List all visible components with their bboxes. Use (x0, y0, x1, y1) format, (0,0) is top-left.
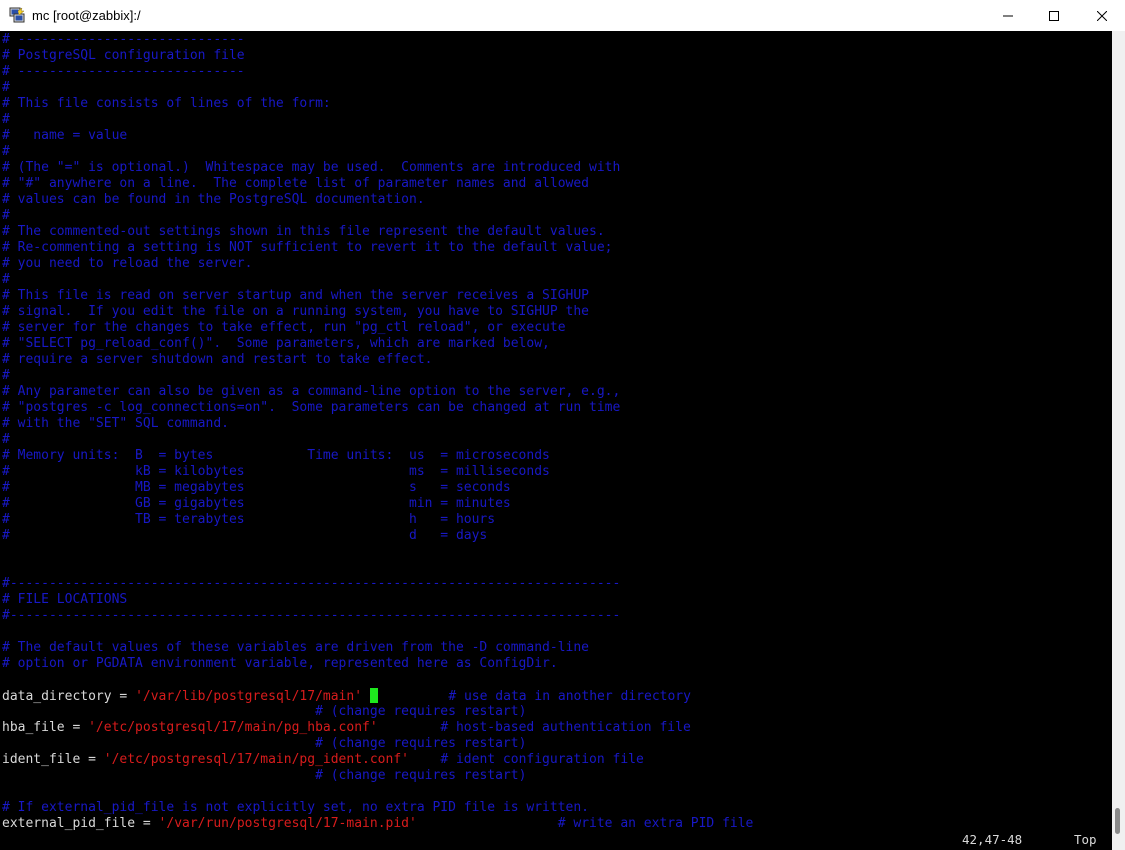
scrollbar-thumb[interactable] (1115, 808, 1120, 834)
config-note-line: # (change requires restart) (2, 768, 526, 784)
terminal-line: # Memory units: B = bytes Time units: us… (2, 448, 550, 463)
config-note-line: # (change requires restart) (2, 704, 526, 720)
config-key: hba_file = (2, 720, 89, 735)
terminal-line: # server for the changes to take effect,… (2, 320, 566, 335)
terminal-line: # (2, 208, 10, 223)
terminal-line: # PostgreSQL configuration file (2, 48, 245, 63)
text-cursor (369, 688, 378, 703)
terminal-line: # MB = megabytes s = seconds (2, 480, 511, 495)
config-comment: # write an extra PID file (557, 816, 754, 831)
terminal-line: # require a server shutdown and restart … (2, 352, 433, 367)
window-title: mc [root@zabbix]:/ (32, 8, 141, 23)
terminal-line: # (2, 144, 10, 159)
config-key: data_directory = (2, 689, 136, 704)
terminal-line: # (2, 112, 10, 127)
terminal-line: # values can be found in the PostgreSQL … (2, 192, 425, 207)
terminal-line: # "#" anywhere on a line. The complete l… (2, 176, 589, 191)
terminal-line: # d = days (2, 528, 488, 543)
vertical-scrollbar[interactable] (1112, 31, 1125, 850)
terminal-line: # ----------------------------- (2, 64, 245, 79)
spacing (2, 704, 315, 719)
config-note: # (change requires restart) (315, 768, 527, 783)
spacing (2, 736, 315, 751)
config-comment: # ident configuration file (440, 752, 644, 767)
terminal-line: # "SELECT pg_reload_conf()". Some parame… (2, 336, 550, 351)
terminal-screen[interactable]: # ----------------------------- # Postgr… (0, 31, 1112, 850)
minimize-button[interactable] (985, 0, 1031, 31)
terminal-line: # The commented-out settings shown in th… (2, 224, 605, 239)
terminal-line: # This file is read on server startup an… (2, 288, 589, 303)
config-note: # (change requires restart) (315, 704, 527, 719)
spacing (2, 768, 315, 783)
spacing (378, 689, 448, 704)
config-value: '/var/run/postgresql/17-main.pid' (158, 816, 417, 831)
pid-file-comment: # If external_pid_file is not explicitly… (2, 800, 589, 815)
config-value: '/etc/postgresql/17/main/pg_ident.conf' (103, 752, 409, 767)
terminal-line: # (The "=" is optional.) Whitespace may … (2, 160, 621, 175)
config-comment: # host-based authentication file (440, 720, 691, 735)
terminal-line: # GB = gigabytes min = minutes (2, 496, 511, 511)
terminal-line: # (2, 368, 10, 383)
config-comment: # use data in another directory (448, 689, 691, 704)
config-line-data-directory: data_directory = '/var/lib/postgresql/17… (2, 688, 691, 704)
putty-icon (9, 7, 25, 23)
close-icon (1097, 10, 1107, 21)
scroll-position: Top (1074, 832, 1097, 847)
terminal-line: # (2, 432, 10, 447)
minimize-icon (1003, 15, 1013, 16)
config-key: ident_file = (2, 752, 104, 767)
config-value: '/etc/postgresql/17/main/pg_hba.conf' (88, 720, 378, 735)
terminal-line: # option or PGDATA environment variable,… (2, 656, 558, 671)
terminal-line: # TB = terabytes h = hours (2, 512, 496, 527)
terminal-line: # with the "SET" SQL command. (2, 416, 229, 431)
terminal-line: #---------------------------------------… (2, 608, 621, 623)
config-line-hba-file: hba_file = '/etc/postgresql/17/main/pg_h… (2, 720, 691, 736)
spacing (417, 816, 558, 831)
config-note-line: # (change requires restart) (2, 736, 526, 752)
terminal-line: #---------------------------------------… (2, 576, 621, 591)
spacing (409, 752, 440, 767)
terminal-line: # The default values of these variables … (2, 640, 589, 655)
terminal-line: # signal. If you edit the file on a runn… (2, 304, 589, 319)
title-bar[interactable]: mc [root@zabbix]:/ (0, 0, 1125, 31)
terminal-line: # FILE LOCATIONS (2, 592, 128, 607)
terminal-line: # name = value (2, 128, 128, 143)
maximize-icon (1049, 10, 1059, 21)
spacing (378, 720, 441, 735)
config-note: # (change requires restart) (315, 736, 527, 751)
config-key: external_pid_file = (2, 816, 159, 831)
terminal-line: # kB = kilobytes ms = milliseconds (2, 464, 550, 479)
maximize-button[interactable] (1031, 0, 1077, 31)
config-value: '/var/lib/postgresql/17/main' (135, 689, 363, 704)
terminal-line: # Re-commenting a setting is NOT suffici… (2, 240, 613, 255)
cursor-position: 42,47-48 (962, 832, 1023, 847)
terminal-line: # "postgres -c log_connections=on". Some… (2, 400, 621, 415)
terminal-line: # (2, 272, 10, 287)
close-button[interactable] (1079, 0, 1125, 31)
terminal-window: mc [root@zabbix]:/ # -------------------… (0, 0, 1125, 850)
config-line-ident-file: ident_file = '/etc/postgresql/17/main/pg… (2, 752, 644, 768)
terminal-line: # you need to reload the server. (2, 256, 253, 271)
terminal-line: # (2, 80, 10, 95)
terminal-line: # ----------------------------- (2, 32, 245, 47)
config-line-external-pid-file: external_pid_file = '/var/run/postgresql… (2, 816, 753, 832)
terminal-line: # This file consists of lines of the for… (2, 96, 331, 111)
terminal-line: # Any parameter can also be given as a c… (2, 384, 621, 399)
